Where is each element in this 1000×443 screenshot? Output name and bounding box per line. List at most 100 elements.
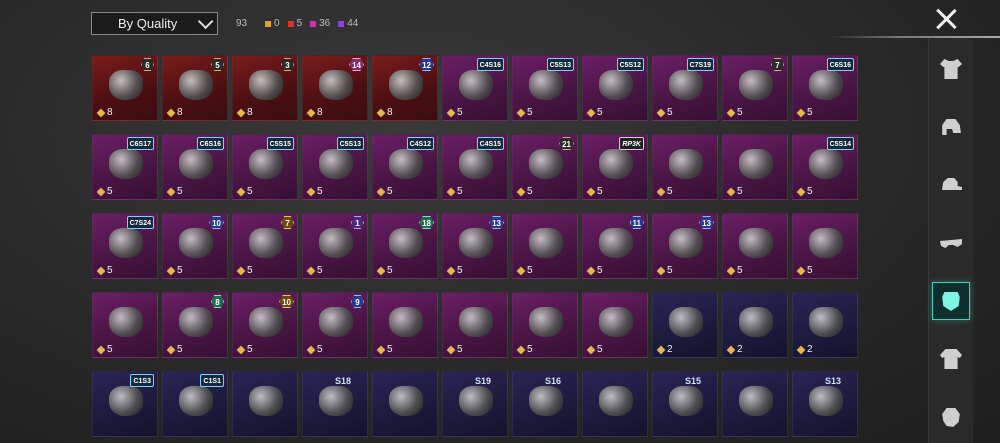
inventory-item[interactable]: 5: [512, 292, 578, 358]
inventory-item[interactable]: 5: [652, 134, 718, 200]
inventory-item[interactable]: C1S3: [92, 371, 158, 437]
diamond-icon: [586, 345, 596, 354]
inventory-item[interactable]: 11 5: [582, 213, 648, 279]
item-count-value: 5: [737, 107, 743, 118]
inventory-item[interactable]: 13 5: [442, 213, 508, 279]
item-count-value: 5: [457, 344, 463, 355]
inventory-item[interactable]: [232, 371, 298, 437]
inventory-item[interactable]: 75: [232, 213, 298, 279]
inventory-item[interactable]: C4S15 5: [442, 134, 508, 200]
inventory-item[interactable]: C4S12 5: [372, 134, 438, 200]
inventory-item[interactable]: S18: [302, 371, 368, 437]
item-count: 8: [306, 107, 323, 118]
item-count: 5: [656, 186, 673, 197]
rarity-color-icon: [265, 20, 271, 27]
diamond-icon: [796, 108, 806, 117]
inventory-item[interactable]: 10 5: [232, 292, 298, 358]
inventory-item[interactable]: 5: [722, 213, 788, 279]
diamond-icon: [446, 345, 456, 354]
head-icon: [942, 408, 960, 427]
item-count: 5: [306, 344, 323, 355]
inventory-item[interactable]: 5: [442, 292, 508, 358]
inventory-item[interactable]: 85: [162, 292, 228, 358]
item-count-value: 5: [527, 344, 533, 355]
inventory-item[interactable]: 5: [92, 292, 158, 358]
inventory-item[interactable]: C6S16 5: [162, 134, 228, 200]
diamond-icon: [586, 187, 596, 196]
inventory-item[interactable]: 38: [232, 55, 298, 121]
inventory-item[interactable]: C5S13 5: [302, 134, 368, 200]
mask-item-icon: [179, 149, 213, 179]
inventory-item[interactable]: 68: [92, 55, 158, 121]
item-count-value: 5: [317, 186, 323, 197]
sidebar-item-jacket[interactable]: [932, 340, 970, 378]
inventory-item[interactable]: 10 5: [162, 213, 228, 279]
inventory-item[interactable]: 5: [582, 292, 648, 358]
item-badge: 8: [211, 295, 224, 308]
inventory-item[interactable]: C5S12 5: [582, 55, 648, 121]
inventory-item[interactable]: 2: [792, 292, 858, 358]
inventory-item[interactable]: C1S1: [162, 371, 228, 437]
inventory-item[interactable]: 58: [162, 55, 228, 121]
inventory-item[interactable]: C7S19 5: [652, 55, 718, 121]
inventory-item[interactable]: RP3K 5: [582, 134, 648, 200]
inventory-item[interactable]: 2: [722, 292, 788, 358]
inventory-item[interactable]: 5: [792, 213, 858, 279]
item-count-value: 5: [247, 344, 253, 355]
inventory-item[interactable]: S15: [652, 371, 718, 437]
inventory-item[interactable]: 2: [652, 292, 718, 358]
mask-item-icon: [109, 149, 143, 179]
mask-item-icon: [529, 307, 563, 337]
item-badge: 6: [141, 58, 154, 71]
sidebar-item-mask[interactable]: [932, 282, 970, 320]
item-count-value: 2: [667, 344, 673, 355]
item-badge: 10: [279, 295, 294, 308]
inventory-item[interactable]: 5: [372, 292, 438, 358]
item-badge: 10: [209, 216, 224, 229]
inventory-item[interactable]: 15: [302, 213, 368, 279]
diamond-icon: [726, 108, 736, 117]
inventory-item[interactable]: 5: [512, 213, 578, 279]
sidebar-item-cap[interactable]: [932, 166, 970, 204]
inventory-item[interactable]: 12 8: [372, 55, 438, 121]
inventory-item[interactable]: [582, 371, 648, 437]
inventory-item[interactable]: C6S17 5: [92, 134, 158, 200]
sidebar-item-shirt[interactable]: [932, 50, 970, 88]
diamond-icon: [656, 187, 666, 196]
inventory-item[interactable]: C5S14 5: [792, 134, 858, 200]
inventory-item[interactable]: C7S24 5: [92, 213, 158, 279]
inventory-item[interactable]: 21 5: [512, 134, 578, 200]
sidebar-item-helmet[interactable]: [932, 108, 970, 146]
inventory-item[interactable]: 95: [302, 292, 368, 358]
inventory-item[interactable]: 13 5: [652, 213, 718, 279]
mask-item-icon: [319, 228, 353, 258]
mask-item-icon: [179, 70, 213, 100]
item-count: 5: [796, 107, 813, 118]
inventory-item[interactable]: S16: [512, 371, 578, 437]
inventory-item[interactable]: [372, 371, 438, 437]
mask-item-icon: [249, 386, 283, 416]
item-count-value: 5: [807, 186, 813, 197]
item-count-value: 5: [667, 265, 673, 276]
inventory-item[interactable]: [722, 371, 788, 437]
item-count: 5: [236, 265, 253, 276]
sort-dropdown[interactable]: By Quality: [91, 12, 218, 35]
item-count: 5: [376, 344, 393, 355]
mask-item-icon: [389, 307, 423, 337]
item-badge: C5S12: [616, 58, 644, 71]
inventory-item[interactable]: 14 8: [302, 55, 368, 121]
inventory-item[interactable]: 18 5: [372, 213, 438, 279]
inventory-item[interactable]: C4S16 5: [442, 55, 508, 121]
diamond-icon: [376, 266, 386, 275]
inventory-item[interactable]: 75: [722, 55, 788, 121]
close-icon[interactable]: [934, 8, 958, 30]
inventory-item[interactable]: C5S13 5: [512, 55, 578, 121]
inventory-item[interactable]: S19: [442, 371, 508, 437]
inventory-item[interactable]: C5S15 5: [232, 134, 298, 200]
sidebar-item-head[interactable]: [932, 398, 970, 436]
item-count-value: 5: [177, 265, 183, 276]
inventory-item[interactable]: C6S16 5: [792, 55, 858, 121]
inventory-item[interactable]: S13: [792, 371, 858, 437]
sidebar-item-glasses[interactable]: [932, 224, 970, 262]
inventory-item[interactable]: 5: [722, 134, 788, 200]
